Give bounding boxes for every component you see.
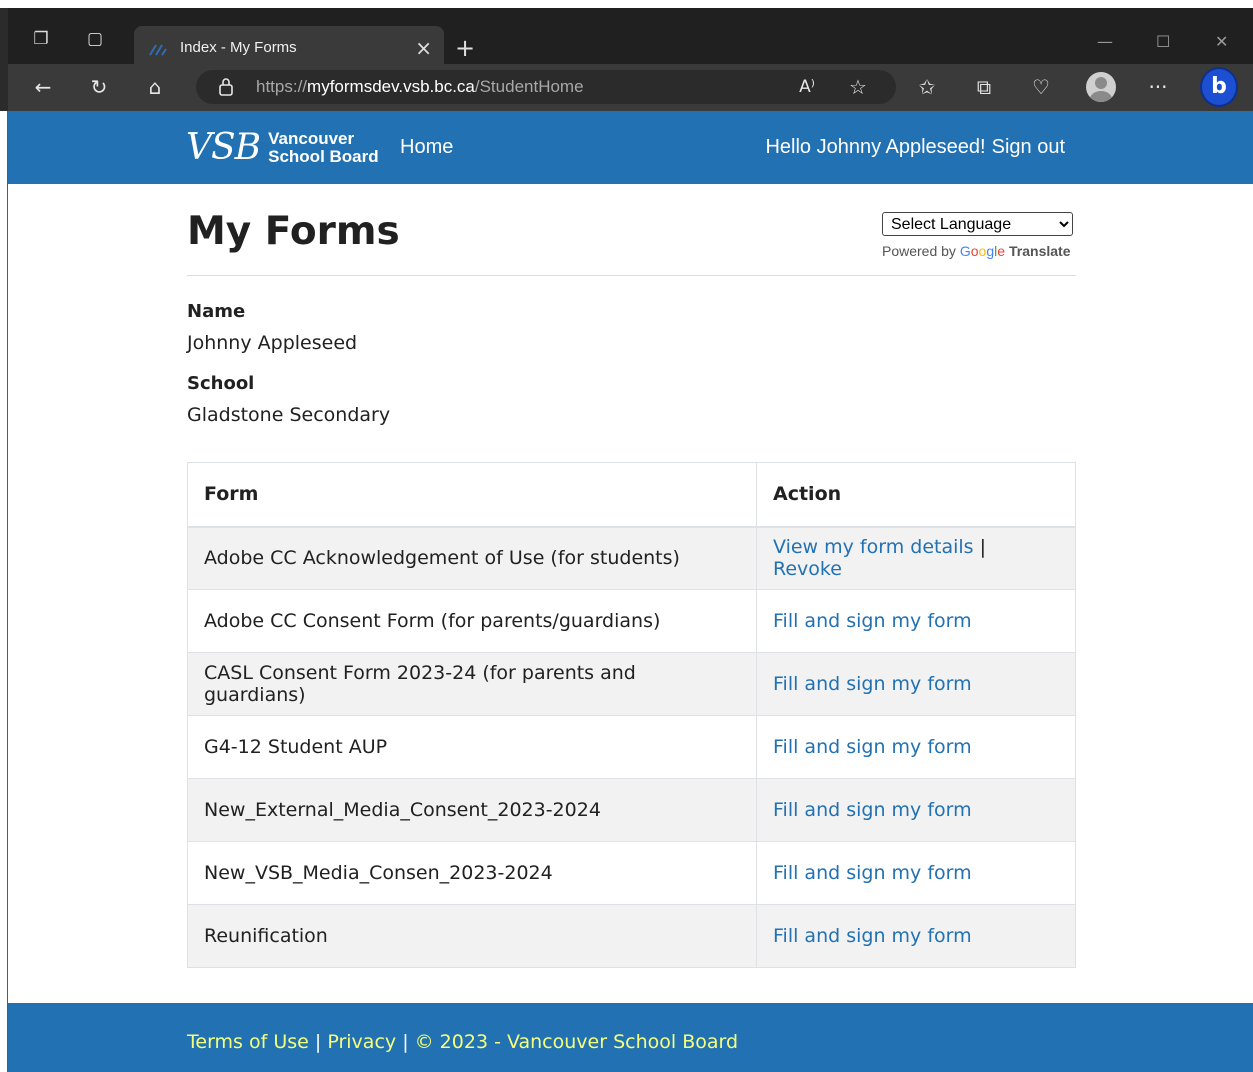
bing-copilot-icon[interactable]: b: [1200, 67, 1238, 107]
form-name-cell: CASL Consent Form 2023-24 (for parents a…: [187, 652, 757, 716]
forms-table: Form Action Adobe CC Acknowledgement of …: [187, 462, 1076, 968]
school-label: School: [187, 373, 255, 394]
fill-and-sign-link[interactable]: Fill and sign my form: [773, 862, 972, 884]
fill-and-sign-link[interactable]: Fill and sign my form: [773, 610, 972, 632]
logo-letters: VSB: [186, 127, 261, 168]
read-aloud-icon[interactable]: A⁾: [794, 74, 820, 100]
window-top-edge: [0, 0, 1253, 8]
tab-actions-icon[interactable]: ▢: [84, 28, 106, 50]
close-tab-icon[interactable]: ×: [415, 36, 432, 60]
nav-home-link[interactable]: Home: [400, 136, 453, 159]
footer-text: Terms of Use | Privacy | © 2023 - Vancou…: [187, 1031, 739, 1053]
back-icon[interactable]: ←: [30, 74, 56, 100]
vsb-favicon-icon: [149, 44, 167, 56]
view-form-details-link[interactable]: View my form details: [773, 536, 974, 558]
maximize-icon[interactable]: ☐: [1156, 32, 1170, 51]
user-greeting: Hello Johnny Appleseed! Sign out: [765, 136, 1065, 159]
browser-essentials-icon[interactable]: ♡: [1028, 74, 1054, 100]
title-divider: [187, 275, 1076, 276]
copyright-text: © 2023 - Vancouver School Board: [414, 1031, 739, 1053]
browser-window: ❐ ▢ Index - My Forms × + — ☐ ✕ ← ↻ ⌂ htt…: [0, 0, 1253, 111]
tab-title: Index - My Forms: [180, 39, 297, 56]
table-row: CASL Consent Form 2023-24 (for parents a…: [187, 652, 1076, 716]
form-name-cell: Adobe CC Consent Form (for parents/guard…: [187, 589, 757, 653]
page-title: My Forms: [187, 209, 400, 254]
more-options-icon[interactable]: ···: [1145, 74, 1171, 100]
close-window-icon[interactable]: ✕: [1215, 32, 1228, 51]
fill-and-sign-link[interactable]: Fill and sign my form: [773, 799, 972, 821]
table-row: Adobe CC Consent Form (for parents/guard…: [187, 589, 1076, 653]
table-row: New_VSB_Media_Consen_2023-2024 Fill and …: [187, 841, 1076, 905]
action-cell: Fill and sign my form: [756, 715, 1076, 779]
greeting-text: Hello Johnny Appleseed!: [765, 136, 986, 158]
form-name-cell: New_External_Media_Consent_2023-2024: [187, 778, 757, 842]
collections-icon[interactable]: ⧉: [971, 74, 997, 100]
table-row: G4-12 Student AUP Fill and sign my form: [187, 715, 1076, 779]
favorites-icon[interactable]: ✩: [914, 74, 940, 100]
address-toolbar: ← ↻ ⌂ https://myformsdev.vsb.bc.ca/Stude…: [8, 64, 1253, 111]
name-label: Name: [187, 301, 246, 322]
action-cell: View my form details | Revoke: [756, 526, 1076, 590]
lock-icon[interactable]: [218, 77, 234, 97]
fill-and-sign-link[interactable]: Fill and sign my form: [773, 673, 972, 695]
name-value: Johnny Appleseed: [187, 332, 358, 354]
table-row: Adobe CC Acknowledgement of Use (for stu…: [187, 526, 1076, 590]
new-tab-icon[interactable]: +: [455, 36, 475, 60]
terms-of-use-link[interactable]: Terms of Use: [187, 1031, 309, 1053]
table-row: Reunification Fill and sign my form: [187, 904, 1076, 968]
column-header-form: Form: [187, 462, 757, 528]
fill-and-sign-link[interactable]: Fill and sign my form: [773, 736, 972, 758]
fill-and-sign-link[interactable]: Fill and sign my form: [773, 925, 972, 947]
logo-wordmark: Vancouver School Board: [268, 129, 379, 166]
action-cell: Fill and sign my form: [756, 778, 1076, 842]
refresh-icon[interactable]: ↻: [86, 74, 112, 100]
table-header-row: Form Action: [187, 462, 1076, 528]
vsb-logo[interactable]: VSB Vancouver School Board: [186, 126, 379, 170]
address-bar[interactable]: https://myformsdev.vsb.bc.ca/StudentHome: [196, 70, 896, 104]
column-header-action: Action: [756, 462, 1076, 528]
site-footer: Terms of Use | Privacy | © 2023 - Vancou…: [8, 1003, 1253, 1072]
action-cell: Fill and sign my form: [756, 841, 1076, 905]
favorite-star-icon[interactable]: ☆: [845, 74, 871, 100]
tab-bar: ❐ ▢ Index - My Forms × + — ☐ ✕: [8, 8, 1253, 72]
page-viewport: VSB Vancouver School Board Home Hello Joh…: [8, 111, 1253, 1072]
sign-out-link[interactable]: Sign out: [992, 136, 1065, 158]
site-header: VSB Vancouver School Board Home Hello Joh…: [8, 111, 1253, 184]
privacy-link[interactable]: Privacy: [327, 1031, 396, 1053]
action-cell: Fill and sign my form: [756, 652, 1076, 716]
form-name-cell: Adobe CC Acknowledgement of Use (for stu…: [187, 526, 757, 590]
school-value: Gladstone Secondary: [187, 404, 391, 426]
google-logo[interactable]: Google: [960, 243, 1005, 259]
translate-link[interactable]: Translate: [1009, 243, 1070, 259]
powered-by-google-translate: Powered by Google Translate: [882, 243, 1071, 259]
workspaces-icon[interactable]: ❐: [30, 28, 52, 50]
form-name-cell: G4-12 Student AUP: [187, 715, 757, 779]
revoke-link[interactable]: Revoke: [773, 558, 842, 580]
action-cell: Fill and sign my form: [756, 589, 1076, 653]
language-select[interactable]: Select Language: [882, 212, 1073, 236]
action-cell: Fill and sign my form: [756, 904, 1076, 968]
form-name-cell: Reunification: [187, 904, 757, 968]
minimize-icon[interactable]: —: [1097, 32, 1113, 51]
form-name-cell: New_VSB_Media_Consen_2023-2024: [187, 841, 757, 905]
home-icon[interactable]: ⌂: [142, 74, 168, 100]
table-row: New_External_Media_Consent_2023-2024 Fil…: [187, 778, 1076, 842]
url-text[interactable]: https://myformsdev.vsb.bc.ca/StudentHome: [256, 77, 584, 97]
profile-avatar-icon[interactable]: [1086, 72, 1116, 102]
